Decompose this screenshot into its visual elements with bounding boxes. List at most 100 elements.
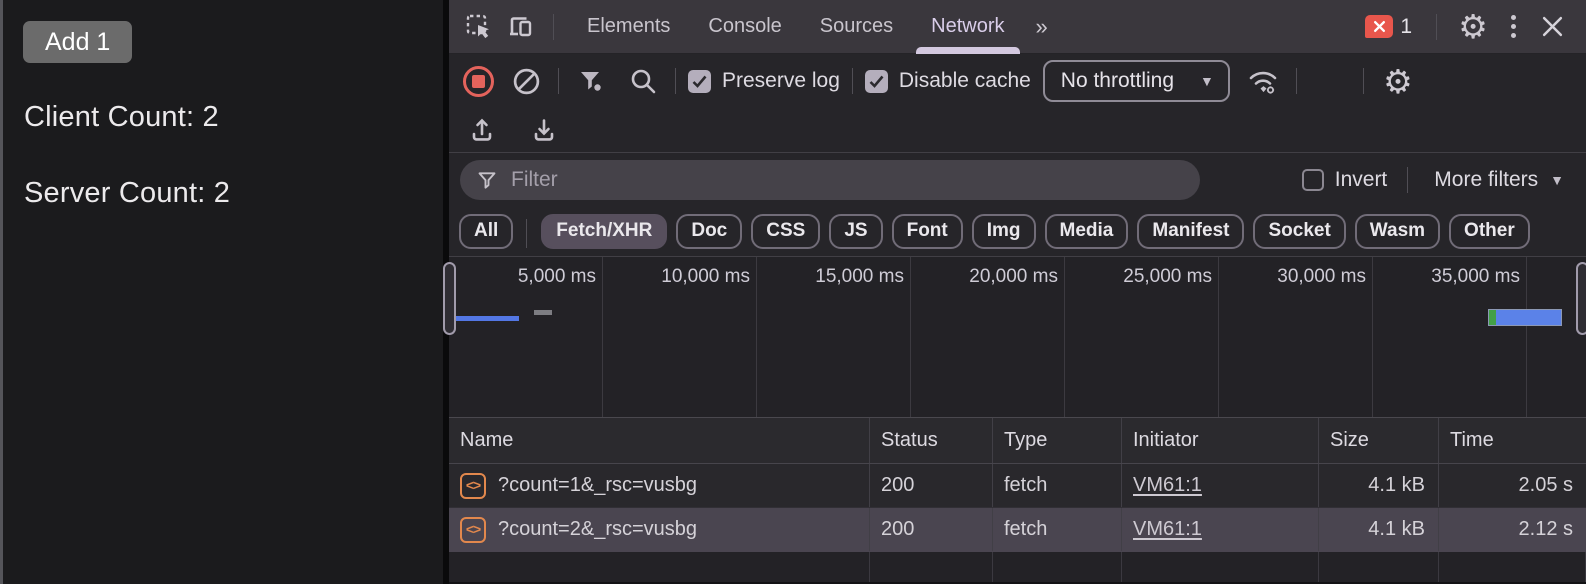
waterfall-green-segment [1489, 310, 1496, 325]
disable-cache-checkbox[interactable]: Disable cache [864, 69, 1031, 93]
network-conditions-icon[interactable] [1242, 60, 1284, 102]
devtools-tab[interactable]: Network [912, 0, 1023, 54]
column-header[interactable]: Initiator [1122, 418, 1319, 463]
request-time-cell: 2.12 s [1439, 508, 1586, 551]
more-tabs-icon[interactable]: » [1030, 15, 1052, 38]
pill-label: Wasm [1369, 220, 1426, 241]
devtools-tab[interactable]: Console [689, 0, 800, 54]
invert-label: Invert [1334, 167, 1388, 191]
request-time-cell: 2.05 s [1439, 464, 1586, 507]
resource-type-pill[interactable]: Wasm [1354, 213, 1441, 249]
request-status-cell: 200 [870, 508, 993, 551]
request-initiator-cell: VM61:1 [1122, 464, 1319, 507]
column-header[interactable]: Time [1439, 418, 1586, 463]
resource-type-pill[interactable]: Other [1449, 213, 1530, 249]
devtools-tab[interactable]: Elements [568, 0, 689, 54]
kebab-menu-icon[interactable] [1501, 15, 1526, 38]
fetch-request-icon: <> [460, 516, 486, 543]
request-row[interactable]: <> ?count=2&_rsc=vusbg 200 fetch VM61:1 … [449, 508, 1586, 552]
toolbar-separator [851, 68, 853, 94]
timeline-tick: 10,000 ms [603, 257, 757, 417]
request-size: 4.1 kB [1368, 474, 1425, 496]
filter-input[interactable]: Filter [460, 159, 1200, 200]
pill-label: Doc [691, 220, 728, 241]
empty-cell [1319, 552, 1439, 582]
waterfall-bar-request-2[interactable] [1488, 309, 1562, 326]
request-row[interactable]: <> ?count=1&_rsc=vusbg 200 fetch VM61:1 … [449, 464, 1586, 508]
clear-network-log-icon[interactable] [506, 61, 546, 101]
pill-label: CSS [766, 220, 806, 241]
column-header[interactable]: Name [449, 418, 870, 463]
inspect-element-icon[interactable] [461, 9, 497, 45]
search-icon[interactable] [623, 61, 663, 101]
timeline-tick: 5,000 ms [449, 257, 603, 417]
pill-label: Other [1464, 220, 1515, 241]
resource-type-pill[interactable]: All [459, 213, 514, 249]
column-header[interactable]: Status [870, 418, 993, 463]
resource-type-pill[interactable]: Doc [676, 213, 743, 249]
preserve-log-checkbox[interactable]: Preserve log [688, 69, 840, 93]
network-overview-timeline[interactable]: 5,000 ms 10,000 ms 15,000 ms 20,000 ms 2… [443, 257, 1586, 418]
more-filters-button[interactable]: More filters ▼ [1428, 168, 1570, 192]
tab-label: Elements [587, 15, 671, 37]
network-filter-row: Filter Invert More filters ▼ [449, 153, 1586, 206]
waterfall-bar-request-1[interactable] [455, 316, 519, 321]
toolbar-separator [1295, 68, 1297, 94]
resource-type-pill[interactable]: JS [829, 213, 883, 249]
initiator-link[interactable]: VM61:1 [1133, 518, 1202, 541]
request-status: 200 [881, 518, 915, 540]
pill-label: JS [844, 220, 868, 241]
request-initiator-cell: VM61:1 [1122, 508, 1319, 551]
resource-type-pill[interactable]: Media [1044, 213, 1129, 249]
request-time: 2.05 s [1518, 474, 1573, 496]
tab-label: Sources [819, 15, 894, 37]
tick-label: 5,000 ms [517, 266, 596, 287]
disable-cache-label: Disable cache [898, 69, 1031, 92]
pill-label: Manifest [1152, 220, 1230, 241]
filter-toggle-icon[interactable] [571, 61, 611, 101]
empty-cell [870, 552, 993, 582]
initiator-link[interactable]: VM61:1 [1133, 474, 1202, 497]
record-network-log-icon[interactable] [463, 65, 494, 97]
devtools-tabbar: Elements Console Sources Network » 1 ⚙ [449, 0, 1586, 54]
column-header-label: Initiator [1133, 429, 1199, 451]
tick-label: 20,000 ms [969, 266, 1058, 287]
tick-label: 35,000 ms [1431, 266, 1520, 287]
resource-type-pill[interactable]: Socket [1253, 213, 1346, 249]
empty-cell [993, 552, 1122, 582]
device-toolbar-icon[interactable] [503, 9, 539, 45]
error-badge-icon [1365, 15, 1394, 38]
toolbar-separator [675, 68, 676, 94]
request-name: ?count=1&_rsc=vusbg [498, 474, 698, 496]
devtools-tab[interactable]: Sources [801, 0, 912, 54]
request-status-cell: 200 [870, 464, 993, 507]
resource-type-pill[interactable]: Font [891, 213, 963, 249]
column-header[interactable]: Type [993, 418, 1122, 463]
resource-type-pill[interactable]: CSS [751, 213, 821, 249]
requests-table-header: Name Status Type Initiator Size Time [449, 418, 1586, 464]
overview-left-handle[interactable] [443, 262, 456, 335]
column-header[interactable]: Size [1319, 418, 1439, 463]
timeline-tick: 25,000 ms [1065, 257, 1219, 417]
throttling-select[interactable]: No throttling ▼ [1042, 60, 1230, 102]
empty-cell [1122, 552, 1319, 582]
devtools-panel: Elements Console Sources Network » 1 ⚙ P… [443, 0, 1586, 584]
import-har-icon[interactable] [463, 111, 501, 149]
toolbar-separator [558, 68, 559, 94]
devtools-settings-icon[interactable]: ⚙ [1451, 5, 1495, 49]
invert-checkbox[interactable]: Invert [1301, 167, 1388, 192]
network-settings-icon[interactable]: ⚙ [1376, 59, 1420, 103]
resource-type-pill[interactable]: Img [971, 213, 1036, 249]
filter-placeholder: Filter [511, 167, 558, 191]
resource-type-pill[interactable]: Fetch/XHR [526, 213, 668, 249]
overview-right-handle[interactable] [1576, 262, 1586, 335]
request-size-cell: 4.1 kB [1319, 464, 1439, 507]
empty-cell [449, 552, 870, 582]
export-har-icon[interactable] [525, 111, 563, 149]
add-1-button[interactable]: Add 1 [23, 21, 133, 63]
pill-label: Media [1059, 220, 1114, 241]
waterfall-bar-gray[interactable] [534, 310, 552, 315]
console-error-counter[interactable]: 1 [1365, 15, 1412, 39]
resource-type-pill[interactable]: Manifest [1137, 213, 1245, 249]
close-devtools-icon[interactable] [1532, 7, 1572, 47]
